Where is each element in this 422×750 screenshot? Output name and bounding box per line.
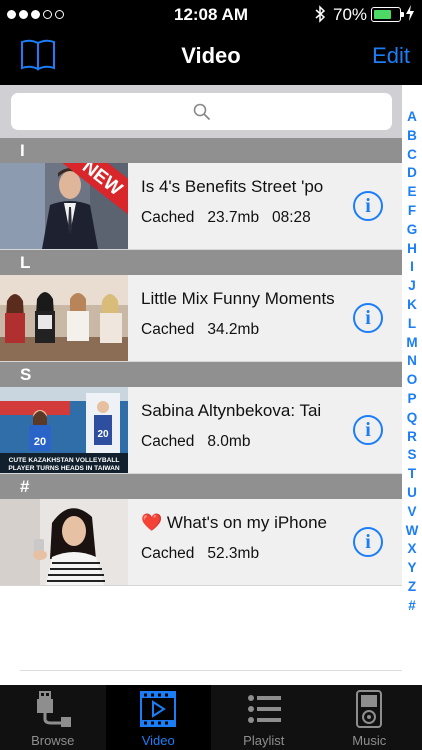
index-letter[interactable]: W bbox=[406, 522, 419, 541]
index-letter[interactable]: Y bbox=[407, 559, 416, 578]
ipod-icon bbox=[349, 689, 389, 729]
bolt-icon bbox=[405, 4, 415, 26]
heart-icon: ❤️ bbox=[141, 513, 163, 532]
svg-text:CUTE KAZAKHSTAN VOLLEYBALL: CUTE KAZAKHSTAN VOLLEYBALL bbox=[9, 457, 120, 464]
list-icon bbox=[244, 689, 284, 729]
index-letter[interactable]: B bbox=[407, 127, 417, 146]
video-meta: Cached 8.0mb bbox=[141, 433, 250, 451]
index-letter[interactable]: F bbox=[408, 202, 416, 221]
index-letter[interactable]: N bbox=[407, 352, 417, 371]
section-header: S bbox=[0, 362, 402, 387]
index-letter[interactable]: V bbox=[407, 503, 416, 522]
list-item[interactable]: 20 20 CUTE KAZAKHSTAN VOLLEYBALL PLAYER … bbox=[0, 387, 402, 474]
video-thumbnail: NEW bbox=[0, 163, 128, 249]
book-icon[interactable] bbox=[20, 38, 56, 72]
index-letter[interactable]: R bbox=[407, 428, 417, 447]
svg-text:PLAYER TURNS HEADS IN TAIWAN: PLAYER TURNS HEADS IN TAIWAN bbox=[8, 465, 120, 472]
battery-percent: 70% bbox=[333, 5, 368, 24]
page-title: Video bbox=[181, 43, 241, 68]
section-header: # bbox=[0, 474, 402, 499]
divider bbox=[20, 670, 402, 671]
video-thumbnail: 20 20 CUTE KAZAKHSTAN VOLLEYBALL PLAYER … bbox=[0, 387, 128, 473]
info-button[interactable]: i bbox=[353, 303, 383, 333]
video-icon bbox=[138, 689, 178, 729]
section-header: I bbox=[0, 138, 402, 163]
video-size: 8.0mb bbox=[207, 433, 251, 450]
video-meta: Cached 23.7mb 08:28 bbox=[141, 209, 311, 227]
search-icon bbox=[193, 103, 211, 126]
video-list: I NEW Is 4's Benefits Street 'po Cached bbox=[0, 138, 402, 586]
tab-label: Music bbox=[352, 733, 387, 748]
index-letter[interactable]: P bbox=[407, 390, 416, 409]
video-status: Cached bbox=[141, 545, 195, 562]
index-letter[interactable]: Z bbox=[408, 578, 416, 597]
index-letter[interactable]: G bbox=[407, 221, 418, 240]
video-title: ❤️ What's on my iPhone bbox=[141, 513, 343, 533]
index-letter[interactable]: T bbox=[408, 465, 416, 484]
tab-playlist[interactable]: Playlist bbox=[211, 685, 317, 750]
tab-browse[interactable]: Browse bbox=[0, 685, 106, 750]
video-thumbnail bbox=[0, 499, 128, 585]
video-meta: Cached 34.2mb bbox=[141, 321, 259, 339]
video-size: 23.7mb bbox=[207, 209, 260, 226]
video-title-text: What's on my iPhone bbox=[166, 513, 328, 532]
index-letter[interactable]: X bbox=[407, 540, 416, 559]
index-letter[interactable]: # bbox=[408, 597, 416, 616]
info-button[interactable]: i bbox=[353, 527, 383, 557]
svg-text:20: 20 bbox=[97, 429, 109, 440]
index-letter[interactable]: S bbox=[407, 446, 416, 465]
list-item[interactable]: NEW Is 4's Benefits Street 'po Cached 23… bbox=[0, 163, 402, 250]
index-letter[interactable]: J bbox=[408, 277, 416, 296]
tab-video[interactable]: Video bbox=[105, 685, 211, 750]
info-button[interactable]: i bbox=[353, 191, 383, 221]
index-letter[interactable]: K bbox=[407, 296, 417, 315]
index-letter[interactable]: D bbox=[407, 164, 417, 183]
index-letter[interactable]: U bbox=[407, 484, 417, 503]
video-title: Is 4's Benefits Street 'po bbox=[141, 177, 324, 196]
index-letter[interactable]: H bbox=[407, 240, 417, 259]
svg-text:20: 20 bbox=[34, 436, 46, 448]
tab-music[interactable]: Music bbox=[317, 685, 422, 750]
usb-cable-icon bbox=[33, 689, 73, 729]
search-bar bbox=[0, 85, 402, 138]
index-letter[interactable]: C bbox=[407, 146, 417, 165]
tab-label: Video bbox=[141, 733, 175, 748]
video-duration: 08:28 bbox=[271, 209, 311, 226]
tab-label: Browse bbox=[31, 733, 75, 748]
video-thumbnail bbox=[0, 275, 128, 361]
search-input[interactable] bbox=[11, 93, 392, 130]
index-letter[interactable]: A bbox=[407, 108, 417, 127]
status-bar: 12:08 AM 70% bbox=[0, 0, 422, 30]
list-item[interactable]: Little Mix Funny Moments Cached 34.2mb i bbox=[0, 275, 402, 362]
index-letter[interactable]: E bbox=[407, 183, 416, 202]
tab-label: Playlist bbox=[243, 733, 285, 748]
section-header: L bbox=[0, 250, 402, 275]
index-letter[interactable]: I bbox=[410, 258, 414, 277]
nav-bar: Video Edit bbox=[0, 30, 422, 85]
edit-button[interactable]: Edit bbox=[372, 43, 410, 69]
info-button[interactable]: i bbox=[353, 415, 383, 445]
index-letter[interactable]: Q bbox=[407, 409, 418, 428]
video-size: 52.3mb bbox=[207, 545, 260, 562]
index-letter[interactable]: L bbox=[408, 315, 416, 334]
video-status: Cached bbox=[141, 321, 195, 338]
video-meta: Cached 52.3mb bbox=[141, 545, 259, 563]
video-size: 34.2mb bbox=[207, 321, 260, 338]
list-item[interactable]: ❤️ What's on my iPhone Cached 52.3mb i bbox=[0, 499, 402, 586]
battery-icon bbox=[371, 7, 404, 22]
video-title: Sabina Altynbekova: Tai bbox=[141, 401, 322, 420]
bluetooth-icon bbox=[314, 5, 326, 28]
section-index[interactable]: A B C D E F G H I J K L M N O P Q R S T U V W X Y Z # bbox=[402, 85, 422, 685]
index-letter[interactable]: O bbox=[407, 371, 418, 390]
index-letter[interactable]: M bbox=[406, 334, 417, 353]
tab-bar: Browse Video Playlist Music bbox=[0, 685, 422, 750]
video-status: Cached bbox=[141, 209, 195, 226]
video-status: Cached bbox=[141, 433, 195, 450]
video-title: Little Mix Funny Moments bbox=[141, 289, 335, 308]
